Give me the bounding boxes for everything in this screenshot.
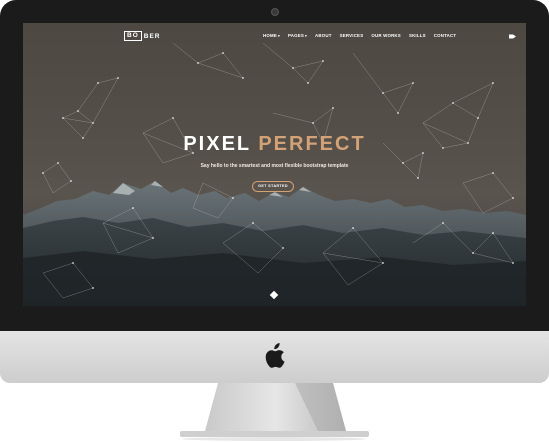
nav-item-pages[interactable]: PAGES▾ [288,33,307,38]
hero-title-main: PIXEL [183,133,259,155]
site-logo[interactable]: BO BER [124,30,160,42]
nav-menu: HOME▾ PAGES▾ ABOUT SERVICES OUR WORKS SK… [263,33,464,38]
nav-item-label: ABOUT [314,33,332,38]
hero-title-accent: PERFECT [258,133,366,155]
nav-item-label: CONTACT [433,33,457,38]
camera-icon [271,8,279,16]
chevron-down-icon: ▾ [305,34,307,38]
nav-item-contact[interactable]: CONTACT [434,33,457,38]
nav-item-label: PAGES [287,33,304,38]
monitor-stand [180,383,369,441]
chevron-down-icon: ▾ [277,34,280,38]
nav-item-home[interactable]: HOME▾ [263,33,280,38]
nav-item-label: SERVICES [339,33,364,38]
nav-item-services[interactable]: SERVICES [340,33,364,38]
site-navbar: BO BER HOME▾ PAGES▾ ABOUT SERVICES OUR WO… [23,23,526,51]
nav-item-our-works[interactable]: OUR WORKS [371,33,401,38]
get-started-button[interactable]: GET STARTED [252,181,294,192]
hero-subtitle: Say hello to the smartest and most flexi… [200,163,349,169]
nav-item-label: SKILLS [408,33,426,38]
nav-item-skills[interactable]: SKILLS [409,33,426,38]
logo-mark: BO [124,30,142,42]
menu-toggle-icon[interactable] [509,33,516,40]
hero-title: PIXEL PERFECT [23,133,526,156]
nav-item-label: OUR WORKS [371,33,401,38]
website-screen: BO BER HOME▾ PAGES▾ ABOUT SERVICES OUR WO… [23,23,526,306]
logo-text: BER [143,32,161,40]
monitor-bezel: BO BER HOME▾ PAGES▾ ABOUT SERVICES OUR WO… [0,0,549,331]
nav-item-about[interactable]: ABOUT [315,33,332,38]
apple-logo-icon [265,343,285,368]
nav-item-label: HOME [263,33,277,38]
